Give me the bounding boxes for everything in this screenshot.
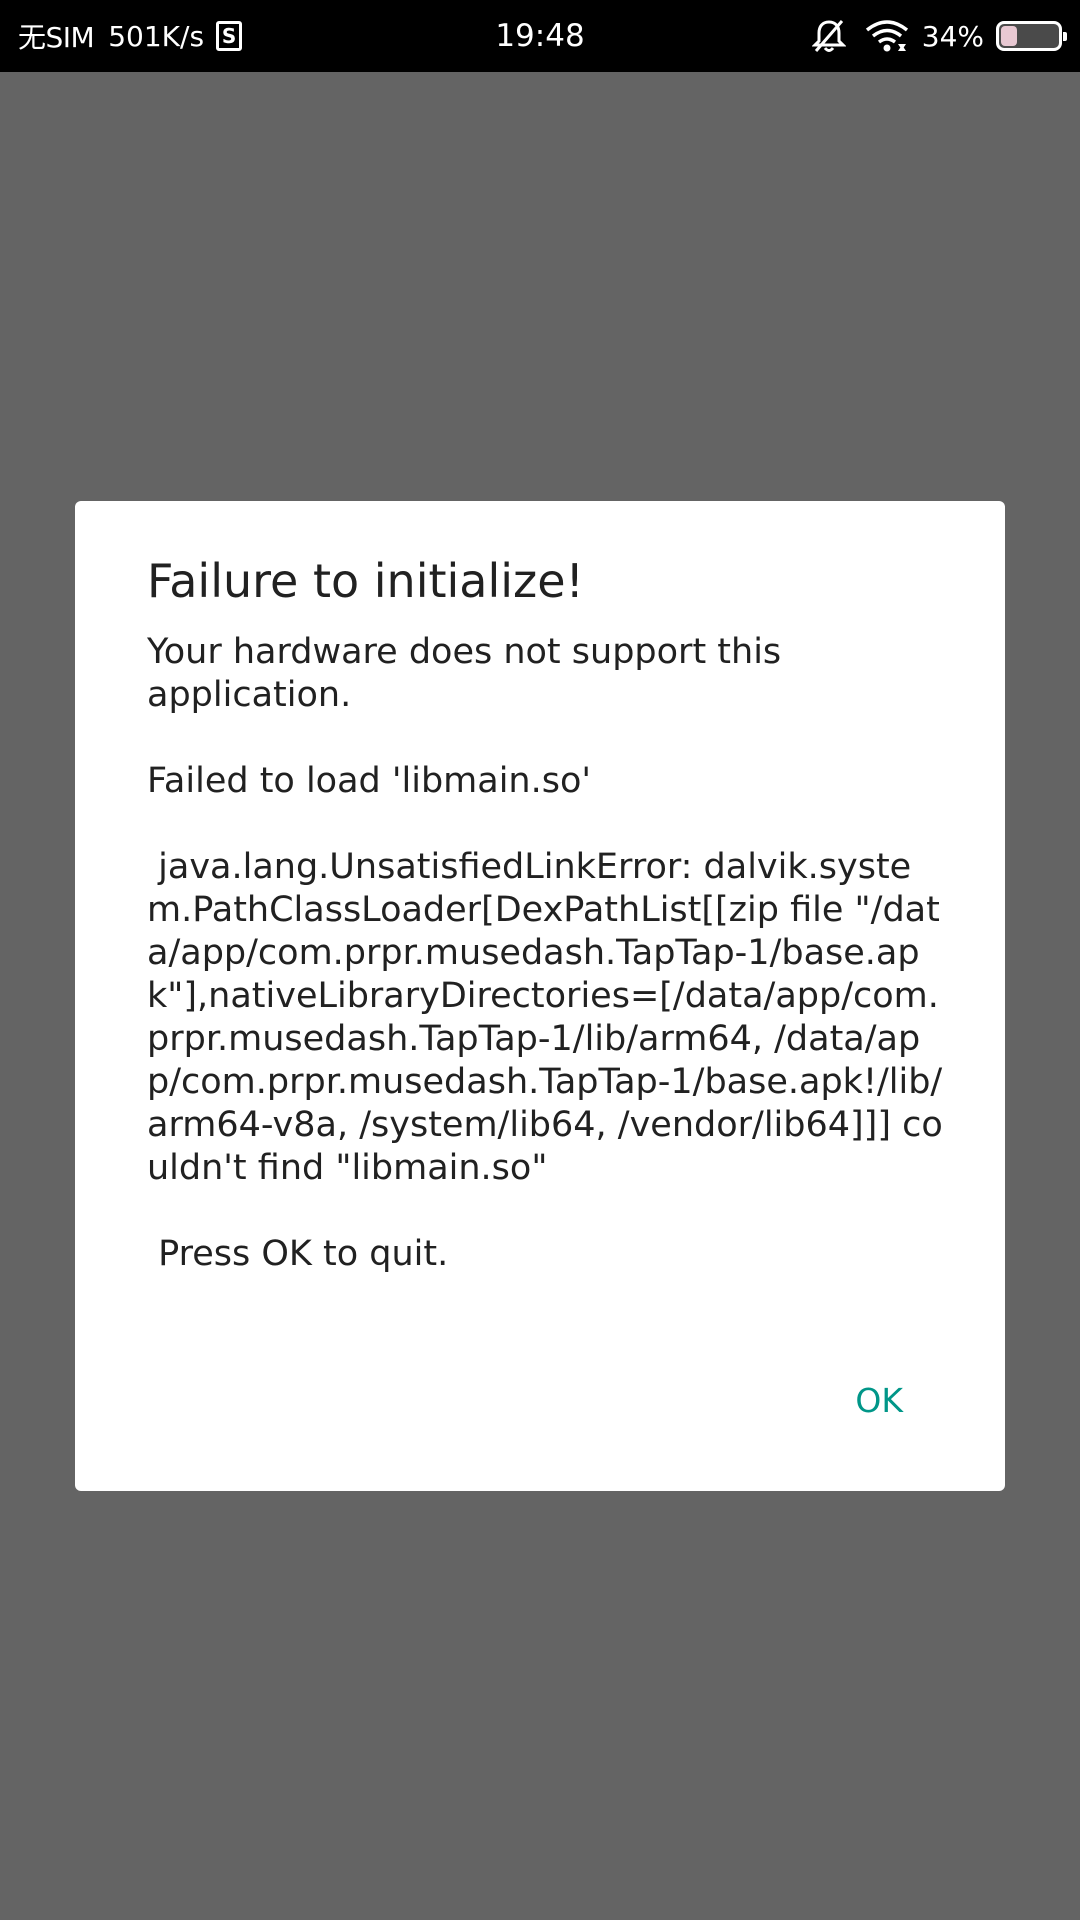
status-right-group: 34% bbox=[811, 0, 1067, 72]
battery-icon bbox=[996, 21, 1067, 51]
message-load-failure: Failed to load 'libmain.so' bbox=[147, 761, 592, 801]
dialog-message: Your hardware does not support this appl… bbox=[147, 631, 947, 1276]
ok-button[interactable]: OK bbox=[855, 1381, 903, 1420]
mute-bell-icon bbox=[811, 18, 846, 54]
battery-level-fill bbox=[1001, 26, 1018, 46]
wifi-icon bbox=[864, 18, 910, 54]
battery-percent: 34% bbox=[921, 19, 984, 53]
dialog-title: Failure to initialize! bbox=[147, 554, 584, 608]
error-dialog: Failure to initialize! Your hardware doe… bbox=[75, 501, 1005, 1491]
status-bar: 无SIM 501K/s S 19:48 34% bbox=[0, 0, 1080, 72]
message-hardware: Your hardware does not support this appl… bbox=[147, 632, 793, 715]
message-exception: java.lang.UnsatisfiedLinkError: dalvik.s… bbox=[147, 847, 943, 1188]
battery-tip bbox=[1063, 32, 1067, 41]
message-instruction: Press OK to quit. bbox=[147, 1234, 449, 1274]
